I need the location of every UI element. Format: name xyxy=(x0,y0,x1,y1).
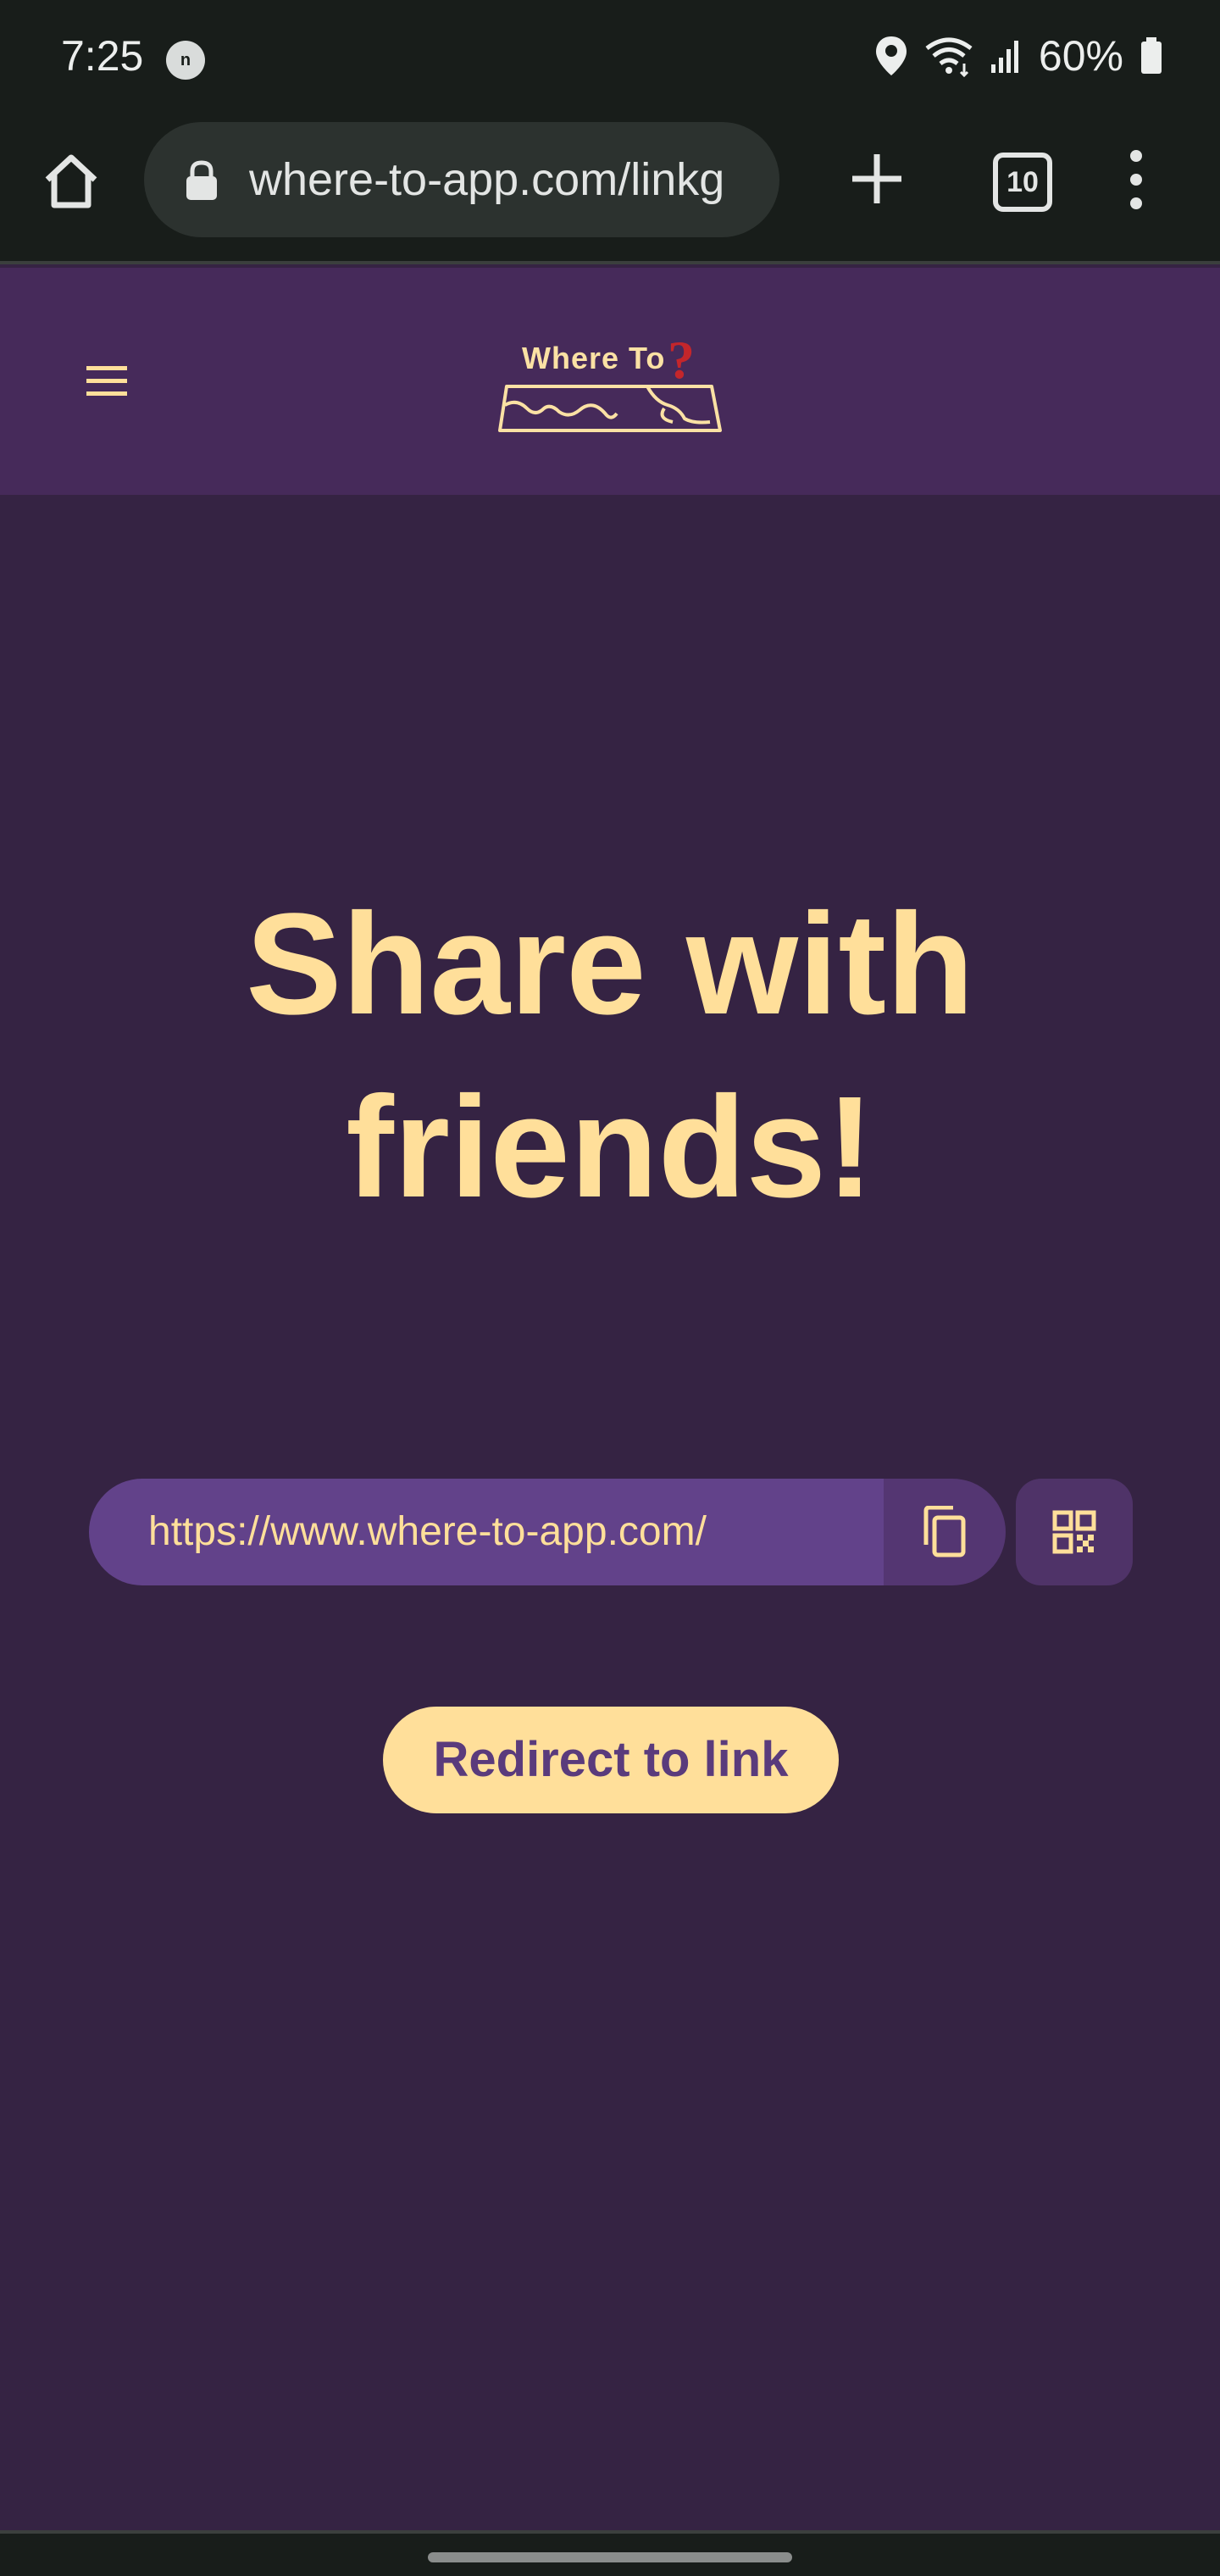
copy-link-button[interactable] xyxy=(884,1479,1006,1585)
lock-icon xyxy=(186,160,217,200)
home-icon[interactable] xyxy=(41,151,102,212)
page-title-line1: Share with xyxy=(246,884,974,1045)
wifi-icon xyxy=(925,37,973,77)
page-title: Share with friends! xyxy=(186,873,1034,1239)
address-url[interactable]: where-to-app.com/linkg xyxy=(249,153,757,207)
redirect-button[interactable]: Redirect to link xyxy=(383,1707,839,1813)
tab-switcher-button[interactable]: 10 xyxy=(993,153,1052,212)
status-icons: 60% xyxy=(874,29,1164,83)
site-header: Where To ? xyxy=(0,268,1220,495)
logo-text: Where To xyxy=(522,341,666,375)
status-time: 7:25 xyxy=(61,32,144,80)
new-tab-icon[interactable] xyxy=(844,146,910,212)
hamburger-menu-icon[interactable] xyxy=(85,363,129,400)
battery-icon xyxy=(1141,37,1162,74)
copy-icon xyxy=(923,1506,966,1557)
more-options-icon[interactable] xyxy=(1115,146,1157,214)
share-link-field[interactable]: https://www.where-to-app.com/ xyxy=(89,1479,884,1585)
qr-code-icon xyxy=(1052,1510,1096,1554)
share-link-text[interactable]: https://www.where-to-app.com/ xyxy=(148,1507,707,1557)
signal-icon xyxy=(990,41,1018,73)
site-logo[interactable]: Where To ? xyxy=(498,330,722,434)
battery-percent: 60% xyxy=(1038,32,1123,80)
browser-toolbar: where-to-app.com/linkg 10 xyxy=(0,117,1220,264)
map-icon xyxy=(498,385,722,432)
gesture-handle[interactable] xyxy=(428,2552,792,2562)
notification-icon: n xyxy=(166,41,205,80)
system-nav-bar xyxy=(0,2530,1220,2576)
share-link-group: https://www.where-to-app.com/ xyxy=(89,1479,1133,1585)
page-title-line2: friends! xyxy=(346,1067,874,1228)
address-bar[interactable]: where-to-app.com/linkg xyxy=(144,122,779,237)
location-icon xyxy=(875,36,907,75)
status-bar: 7:25 n 60% xyxy=(0,0,1220,117)
qr-code-button[interactable] xyxy=(1016,1479,1133,1585)
